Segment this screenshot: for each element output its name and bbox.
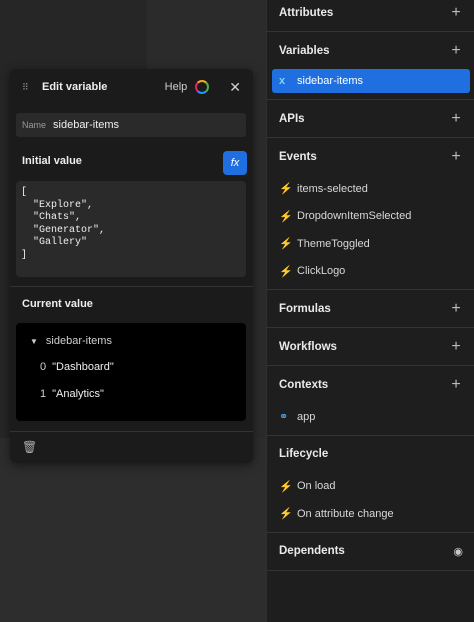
apis-section: APIs + — [267, 100, 474, 138]
variables-panel: Attributes + Variables + x sidebar-items… — [266, 0, 474, 622]
tree-item-index: 1 — [40, 388, 47, 400]
lightning-icon: ⚡ — [279, 480, 293, 493]
event-item-label: DropdownItemSelected — [297, 210, 412, 223]
canvas-background-lower — [0, 438, 266, 622]
apis-title: APIs — [279, 112, 305, 125]
workflows-title: Workflows — [279, 340, 337, 353]
dependents-header[interactable]: Dependents ◉ — [267, 533, 474, 570]
formula-fx-button[interactable]: fx — [223, 151, 247, 175]
lightning-icon: ⚡ — [279, 210, 293, 223]
formulas-header[interactable]: Formulas + — [267, 290, 474, 327]
drag-handle-icon[interactable]: ⠿ — [22, 82, 42, 93]
caret-down-icon[interactable]: ▼ — [30, 337, 38, 346]
lifecycle-item-label: On attribute change — [297, 507, 394, 520]
context-item[interactable]: ⚭ app — [267, 403, 474, 431]
link-icon: ⚭ — [279, 411, 289, 424]
add-workflow-plus-icon[interactable]: + — [449, 338, 463, 355]
lightning-icon: ⚡ — [279, 508, 293, 521]
apis-header[interactable]: APIs + — [267, 100, 474, 137]
variables-header[interactable]: Variables + — [267, 32, 474, 69]
add-variable-plus-icon[interactable]: + — [449, 42, 463, 59]
attributes-header[interactable]: Attributes + — [267, 0, 474, 31]
divider — [10, 286, 253, 287]
dependents-section: Dependents ◉ — [267, 533, 474, 571]
event-item[interactable]: ⚡ ThemeToggled — [267, 230, 474, 258]
add-attribute-plus-icon[interactable]: + — [449, 4, 463, 21]
help-ring-icon[interactable] — [195, 80, 210, 94]
lifecycle-item[interactable]: ⚡ On load — [267, 473, 474, 501]
tree-item: 0 "Dashboard" — [40, 361, 114, 373]
help-link[interactable]: Help — [165, 81, 188, 93]
context-item-label: app — [297, 410, 316, 423]
dialog-title: Edit variable — [42, 81, 108, 93]
tree-item-value: "Analytics" — [52, 388, 104, 400]
variable-item-label: sidebar-items — [297, 75, 364, 87]
event-item-label: ThemeToggled — [297, 237, 370, 250]
event-item[interactable]: ⚡ DropdownItemSelected — [267, 203, 474, 231]
current-value-tree: ▼ sidebar-items 0 "Dashboard" 1 "Analytics" — [16, 323, 246, 421]
initial-value-label: Initial value — [22, 155, 82, 167]
lifecycle-title: Lifecycle — [279, 448, 329, 460]
lifecycle-item[interactable]: ⚡ On attribute change — [267, 500, 474, 528]
variables-title: Variables — [279, 44, 330, 57]
tree-item-index: 0 — [40, 361, 47, 373]
formulas-title: Formulas — [279, 302, 331, 315]
edit-variable-dialog: ⠿ Edit variable Help ✕ Name sidebar-item… — [10, 69, 253, 463]
name-field[interactable]: Name sidebar-items — [16, 113, 246, 137]
tree-item-value: "Dashboard" — [52, 361, 114, 373]
tree-root-label: sidebar-items — [45, 335, 112, 347]
contexts-title: Contexts — [279, 378, 329, 391]
initial-value-editor[interactable]: [ "Explore", "Chats", "Generator", "Gall… — [16, 181, 246, 277]
lightning-icon: ⚡ — [279, 265, 293, 278]
add-formula-plus-icon[interactable]: + — [449, 300, 463, 317]
eye-icon[interactable]: ◉ — [453, 545, 463, 558]
contexts-section: Contexts + ⚭ app — [267, 366, 474, 436]
formulas-section: Formulas + — [267, 290, 474, 328]
events-title: Events — [279, 150, 317, 163]
lightning-icon: ⚡ — [279, 183, 293, 196]
tree-item: 1 "Analytics" — [40, 388, 104, 400]
divider — [10, 431, 253, 432]
events-section: Events + ⚡ items-selected ⚡ DropdownItem… — [267, 138, 474, 290]
lifecycle-header[interactable]: Lifecycle — [267, 436, 474, 473]
workflows-section: Workflows + — [267, 328, 474, 366]
tree-root[interactable]: ▼ sidebar-items — [30, 335, 112, 347]
add-event-plus-icon[interactable]: + — [449, 148, 463, 165]
x-variable-icon: x — [279, 75, 286, 87]
name-label: Name — [22, 120, 47, 130]
close-icon[interactable]: ✕ — [229, 79, 241, 96]
workflows-header[interactable]: Workflows + — [267, 328, 474, 365]
variables-section: Variables + x sidebar-items — [267, 32, 474, 100]
events-header[interactable]: Events + — [267, 138, 474, 175]
event-item[interactable]: ⚡ ClickLogo — [267, 258, 474, 286]
lifecycle-section: Lifecycle ⚡ On load ⚡ On attribute chang… — [267, 436, 474, 533]
contexts-header[interactable]: Contexts + — [267, 366, 474, 403]
event-item[interactable]: ⚡ items-selected — [267, 175, 474, 203]
dependents-title: Dependents — [279, 545, 345, 557]
event-item-label: items-selected — [297, 182, 368, 195]
trash-icon[interactable]: 🗑 — [22, 440, 37, 454]
event-item-label: ClickLogo — [297, 265, 346, 278]
lightning-icon: ⚡ — [279, 238, 293, 251]
add-api-plus-icon[interactable]: + — [449, 110, 463, 127]
dialog-header: ⠿ Edit variable Help ✕ — [10, 69, 253, 105]
add-context-plus-icon[interactable]: + — [449, 376, 463, 393]
attributes-title: Attributes — [279, 6, 334, 19]
attributes-section: Attributes + — [267, 0, 474, 32]
variable-item-sidebar-items[interactable]: x sidebar-items — [272, 69, 470, 93]
name-value[interactable]: sidebar-items — [53, 119, 119, 131]
current-value-label: Current value — [22, 298, 93, 310]
lifecycle-item-label: On load — [297, 480, 336, 493]
